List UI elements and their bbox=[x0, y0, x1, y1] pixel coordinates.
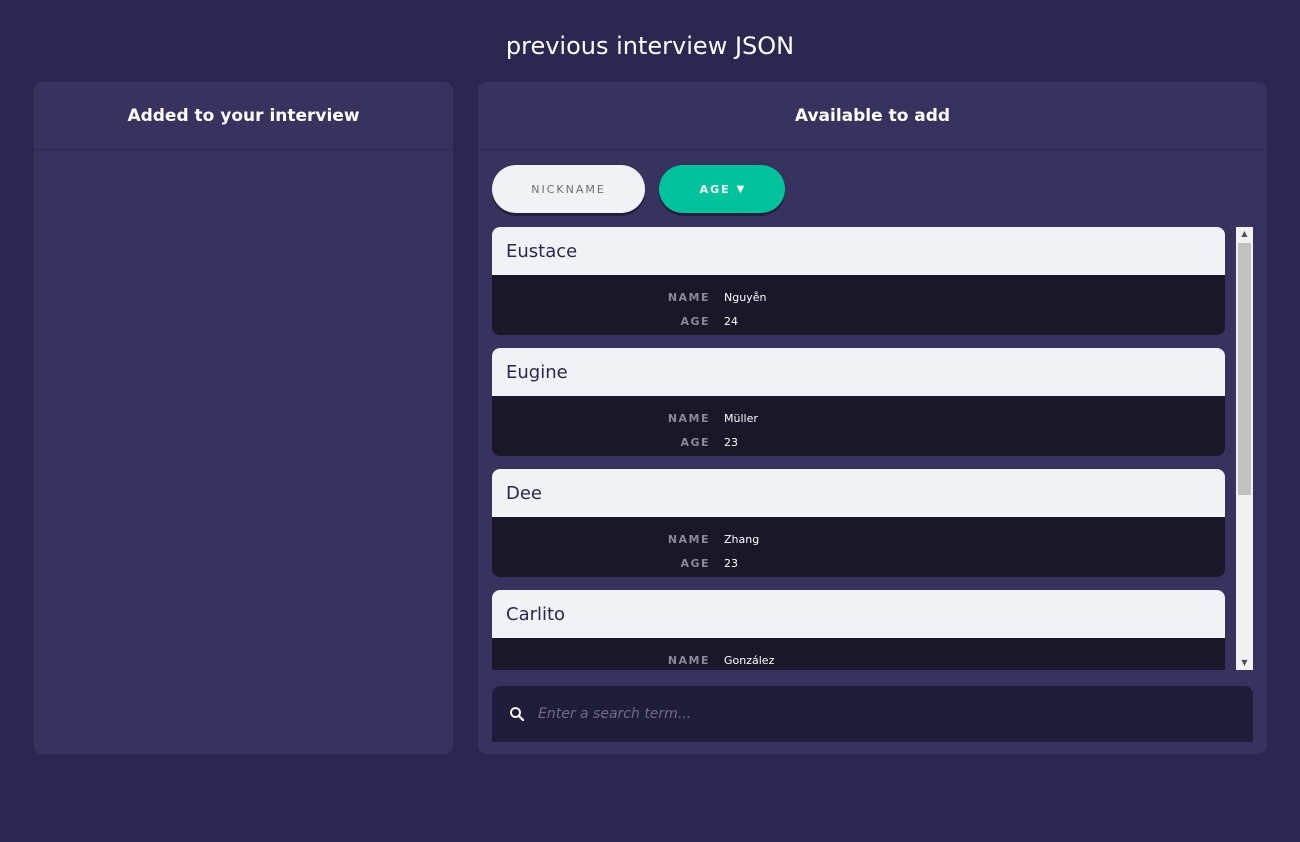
field-value-name: Nguyễn bbox=[724, 290, 767, 304]
field-value-age: 23 bbox=[724, 556, 738, 570]
field-value-age: 24 bbox=[724, 314, 738, 328]
scroll-up-icon[interactable]: ▲ bbox=[1236, 227, 1253, 241]
field-value-name: Müller bbox=[724, 411, 758, 425]
scrollbar-thumb[interactable] bbox=[1238, 243, 1251, 495]
sort-bar: NICKNAME AGE ▼ bbox=[492, 165, 785, 213]
added-panel-title: Added to your interview bbox=[34, 82, 453, 150]
person-card[interactable]: Eustace NAME Nguyễn AGE 24 bbox=[492, 227, 1225, 335]
card-list: Eustace NAME Nguyễn AGE 24 Eugine NAME M… bbox=[492, 227, 1225, 670]
field-label-name: NAME bbox=[667, 411, 710, 425]
card-nickname: Carlito bbox=[492, 590, 1225, 638]
card-nickname: Dee bbox=[492, 469, 1225, 517]
available-list[interactable]: Eustace NAME Nguyễn AGE 24 Eugine NAME M… bbox=[492, 227, 1253, 670]
card-row-name: NAME Zhang bbox=[492, 527, 1225, 551]
field-label-age: AGE bbox=[680, 435, 710, 449]
available-panel: Available to add NICKNAME AGE ▼ Eustace … bbox=[478, 82, 1267, 754]
card-row-age: AGE 23 bbox=[492, 430, 1225, 454]
field-label-age: AGE bbox=[680, 556, 710, 570]
list-scrollbar[interactable]: ▲ ▼ bbox=[1236, 227, 1253, 670]
card-row-name: NAME González bbox=[492, 648, 1225, 670]
card-details: NAME Zhang AGE 23 bbox=[492, 517, 1225, 575]
card-details: NAME Nguyễn AGE 24 bbox=[492, 275, 1225, 333]
sort-nickname-button[interactable]: NICKNAME bbox=[492, 165, 645, 213]
card-row-age: AGE 23 bbox=[492, 551, 1225, 575]
sort-age-button[interactable]: AGE ▼ bbox=[659, 165, 785, 213]
scroll-down-icon[interactable]: ▼ bbox=[1236, 656, 1253, 670]
sort-nickname-label: NICKNAME bbox=[531, 182, 606, 196]
card-row-name: NAME Nguyễn bbox=[492, 285, 1225, 309]
person-card[interactable]: Dee NAME Zhang AGE 23 bbox=[492, 469, 1225, 577]
field-label-name: NAME bbox=[667, 653, 710, 667]
person-card[interactable]: Eugine NAME Müller AGE 23 bbox=[492, 348, 1225, 456]
field-label-name: NAME bbox=[667, 290, 710, 304]
search-icon bbox=[510, 707, 525, 722]
field-value-name: Zhang bbox=[724, 532, 760, 546]
person-card[interactable]: Carlito NAME González AGE bbox=[492, 590, 1225, 670]
card-nickname: Eugine bbox=[492, 348, 1225, 396]
field-label-age: AGE bbox=[680, 314, 710, 328]
field-label-name: NAME bbox=[667, 532, 710, 546]
available-panel-title: Available to add bbox=[478, 82, 1267, 150]
added-panel: Added to your interview bbox=[34, 82, 453, 754]
card-row-age: AGE 24 bbox=[492, 309, 1225, 333]
sort-age-label: AGE bbox=[699, 182, 731, 196]
search-box bbox=[492, 686, 1253, 742]
card-row-name: NAME Müller bbox=[492, 406, 1225, 430]
field-value-age: 23 bbox=[724, 435, 738, 449]
card-details: NAME Müller AGE 23 bbox=[492, 396, 1225, 454]
card-nickname: Eustace bbox=[492, 227, 1225, 275]
caret-down-icon: ▼ bbox=[736, 183, 745, 195]
page-title: previous interview JSON bbox=[505, 32, 795, 60]
field-value-name: González bbox=[724, 653, 775, 667]
card-details: NAME González AGE bbox=[492, 638, 1225, 670]
search-input[interactable] bbox=[538, 706, 1218, 722]
